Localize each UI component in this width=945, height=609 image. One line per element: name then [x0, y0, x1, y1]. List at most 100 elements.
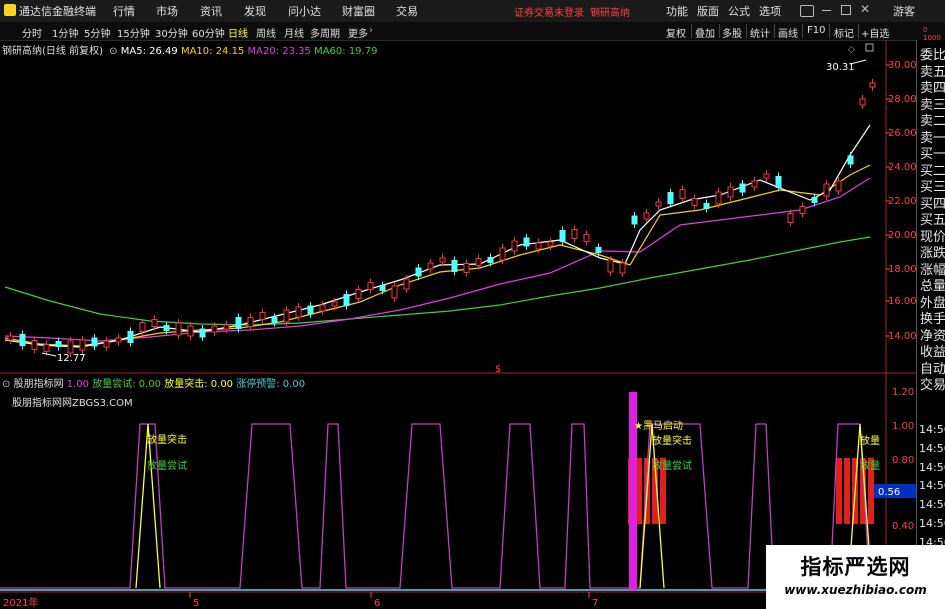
tab-60min[interactable]: 60分钟	[192, 25, 225, 40]
candlestick-series	[7, 79, 876, 357]
close-icon[interactable]: ✕	[860, 2, 870, 16]
quote-side-panel: 0 1000 委比 卖五 卖四 卖三 卖二 卖一 买一 买二 买三 买四 买五 现价 涨跌 涨幅 总量 外盘 换手…	[916, 26, 945, 609]
tool-duogu[interactable]: 多股	[722, 25, 742, 40]
tool-add-watchlist[interactable]: +自选	[861, 25, 889, 40]
candle	[7, 335, 14, 341]
candle	[79, 339, 86, 351]
candle	[379, 285, 386, 291]
tab-daily[interactable]: 日线	[228, 25, 248, 40]
tool-tongji[interactable]: 统计	[750, 25, 770, 40]
settings-gear-icon[interactable]: ⊙	[109, 46, 117, 57]
menu-wenxiaoda[interactable]: 问小达	[288, 3, 321, 19]
tab-multi-period[interactable]: 多周期	[310, 25, 340, 40]
candle	[223, 324, 230, 330]
tab-monthly[interactable]: 月线	[284, 25, 304, 40]
menu-caifuquan[interactable]: 财富圈	[342, 3, 375, 19]
candle	[835, 180, 842, 192]
minimize-icon[interactable]	[822, 10, 831, 11]
candle	[307, 305, 314, 315]
watermark-url: www.xuezhibiao.com	[784, 583, 927, 597]
chevron-right-icon[interactable]: ›	[369, 25, 373, 36]
tool-fuquan[interactable]: 复权	[666, 25, 686, 40]
quote-panel-item[interactable]: 交易	[920, 374, 945, 393]
kline-chart[interactable]: 30.00 28.00 26.00 24.00 22.00 20.00 18.0…	[0, 40, 916, 609]
candle	[667, 192, 674, 204]
menu-banmian[interactable]: 版面	[697, 3, 719, 19]
menu-gongneng[interactable]: 功能	[666, 3, 688, 19]
candle	[283, 309, 290, 323]
candle	[247, 317, 254, 327]
indicator-value-main: 1.00	[66, 379, 90, 390]
menu-hangqing[interactable]: 行情	[113, 3, 135, 19]
tool-huaxian[interactable]: 画线	[778, 25, 798, 40]
event-marker[interactable]: $	[495, 364, 501, 375]
candle	[295, 306, 302, 318]
menu-jiaoyi[interactable]: 交易	[396, 3, 418, 19]
candle	[67, 340, 74, 354]
candle	[547, 241, 554, 247]
tab-15min[interactable]: 15分钟	[117, 25, 150, 40]
main-chart-legend: 钢研高纳(日线 前复权) ⊙ MA5: 26.49 MA10: 24.15 MA…	[2, 42, 377, 57]
menu-zixun[interactable]: 资讯	[200, 3, 222, 19]
x-tick-marks	[189, 592, 590, 598]
divider	[858, 24, 859, 38]
tab-5min[interactable]: 5分钟	[84, 25, 110, 40]
tab-weekly[interactable]: 周线	[256, 25, 276, 40]
menu-faxian[interactable]: 发现	[244, 3, 266, 19]
candle	[139, 322, 146, 332]
candle	[619, 262, 626, 274]
candle	[175, 322, 182, 336]
candle	[235, 317, 242, 329]
tab-30min[interactable]: 30分钟	[155, 25, 188, 40]
candle	[691, 198, 698, 206]
candle	[163, 325, 170, 331]
quote-panel-item[interactable]: 14:56	[919, 498, 945, 511]
tool-diejia[interactable]: 叠加	[695, 25, 715, 40]
lock-icon[interactable]	[865, 43, 874, 52]
quote-panel-item[interactable]: 14:56	[919, 442, 945, 455]
quote-panel-item[interactable]: 14:56	[919, 423, 945, 436]
annotation-changshi: 放量	[860, 459, 880, 472]
quote-panel-item[interactable]: 14:56	[919, 461, 945, 474]
candle	[403, 278, 410, 290]
tool-f10[interactable]: F10	[807, 25, 825, 36]
price-tick: 14.00	[888, 331, 916, 342]
candle	[571, 229, 578, 239]
x-tick-label: 5	[193, 598, 199, 609]
x-axis: 2021年 5 6 7	[3, 596, 598, 609]
tab-fenshi[interactable]: 分时	[22, 25, 42, 40]
candle	[523, 237, 530, 247]
diamond-icon[interactable]: ◇	[848, 45, 855, 55]
candle	[415, 267, 422, 277]
message-icon[interactable]	[800, 5, 814, 17]
annotation-tuji: 放量突击	[652, 434, 692, 447]
menu-gongshi[interactable]: 公式	[728, 3, 750, 19]
tool-biaoji[interactable]: 标记	[834, 25, 854, 40]
quote-panel-item[interactable]: 14:56	[919, 479, 945, 492]
indicator-tick: 0.80	[892, 455, 914, 466]
candle	[703, 203, 710, 209]
candle	[595, 247, 602, 253]
candle	[751, 180, 758, 188]
tab-more[interactable]: 更多	[348, 25, 368, 40]
indicator-tick: 0.40	[892, 521, 914, 532]
annotation-changshi: 放量尝试	[652, 459, 692, 472]
candle	[331, 301, 338, 307]
user-label[interactable]: 游客	[893, 3, 915, 19]
settings-gear-icon[interactable]: ⊙	[2, 379, 10, 390]
restore-icon[interactable]	[841, 5, 851, 15]
panel-code: 0 1000	[923, 26, 941, 42]
tab-1min[interactable]: 1分钟	[52, 25, 78, 40]
trade-status[interactable]: 证券交易未登录	[514, 4, 584, 19]
candle	[811, 197, 818, 203]
quote-panel-item[interactable]: 14:56	[919, 517, 945, 530]
candle	[859, 98, 866, 106]
candle	[535, 242, 542, 250]
candle	[763, 173, 770, 179]
menu-shichang[interactable]: 市场	[156, 3, 178, 19]
divider	[746, 24, 747, 38]
candle	[499, 247, 506, 261]
menu-xuanxiang[interactable]: 选项	[759, 3, 781, 19]
indicator-name[interactable]: 股朋指标网	[14, 379, 64, 390]
divider	[719, 24, 720, 38]
